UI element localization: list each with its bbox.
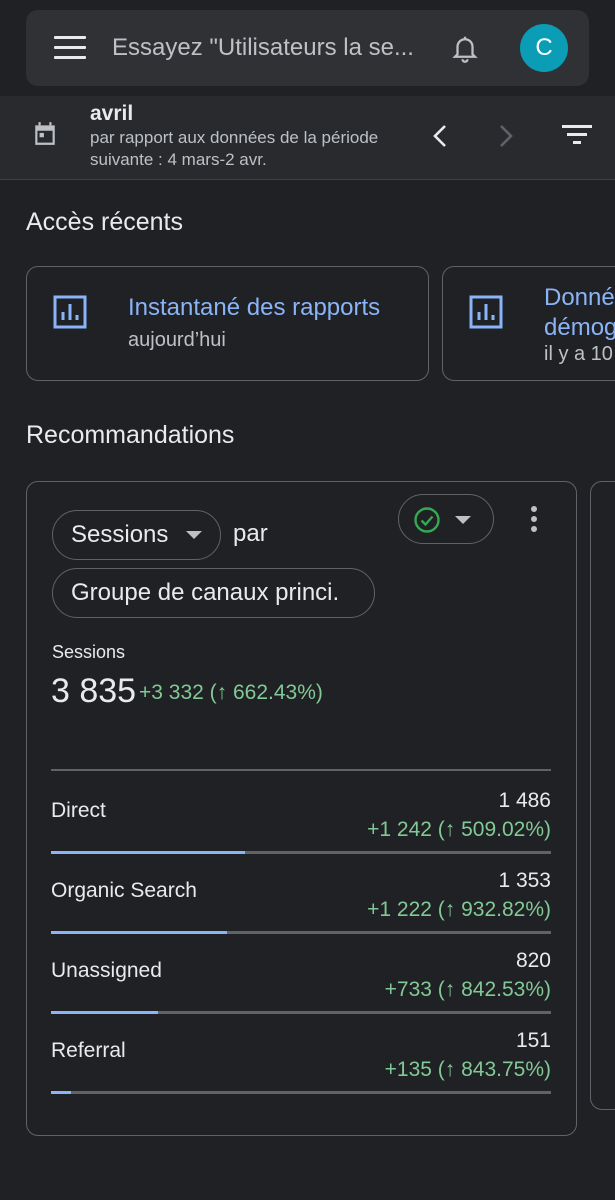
row-delta: +733 (↑ 842.53%) (384, 978, 551, 1001)
more-vert-icon[interactable] (531, 506, 539, 536)
report-icon (469, 295, 503, 329)
calendar-icon[interactable] (32, 120, 58, 148)
by-label: par (233, 520, 268, 547)
recent-section-title: Accès récents (26, 208, 184, 236)
row-value: 151 (515, 1029, 551, 1052)
date-range-month[interactable]: avril (90, 102, 133, 126)
metric-selector-label: Sessions (71, 521, 169, 548)
table-row[interactable]: Organic Search 1 353 +1 222 (↑ 932.82%) (51, 865, 551, 945)
row-bar-track (51, 851, 551, 854)
metric-total-value: 3 835 (51, 672, 137, 710)
recent-card-title: Instantané des rapports (128, 294, 381, 321)
row-bar-fill (51, 931, 228, 934)
row-label: Organic Search (51, 879, 197, 902)
recommendations-section-title: Recommandations (26, 421, 235, 449)
recent-card-demographics[interactable]: Donné démog il y a 10 (442, 266, 615, 381)
recent-card-snapshot[interactable]: Instantané des rapports aujourd’hui (26, 266, 429, 381)
metric-label: Sessions (52, 642, 126, 662)
row-label: Unassigned (51, 959, 162, 982)
status-chip[interactable] (398, 494, 494, 544)
dimension-selector-label: Groupe de canaux princi. (71, 579, 340, 606)
chevron-down-icon (186, 531, 203, 539)
dimension-selector-chip[interactable]: Groupe de canaux princi. (52, 568, 375, 618)
row-bar-track (51, 1091, 551, 1094)
row-delta: +1 242 (↑ 509.02%) (367, 818, 551, 841)
row-value: 820 (515, 949, 551, 972)
recommendation-card-next[interactable] (590, 481, 615, 1110)
bell-icon[interactable] (450, 32, 480, 64)
report-icon (53, 295, 87, 329)
row-value: 1 353 (498, 869, 551, 892)
avatar[interactable]: C (520, 24, 568, 72)
row-bar-track (51, 931, 551, 934)
recommendation-card: Sessions par Groupe de canaux princi. Se… (26, 481, 577, 1136)
search-bar[interactable]: Essayez "Utilisateurs la se... C (26, 10, 589, 86)
table-row[interactable]: Unassigned 820 +733 (↑ 842.53%) (51, 945, 551, 1025)
row-bar-fill (51, 1011, 158, 1014)
row-label: Referral (51, 1039, 126, 1062)
date-range-bar: avril par rapport aux données de la péri… (0, 96, 615, 180)
recent-card-title: Donné démog (544, 284, 615, 341)
row-bar-track (51, 1011, 551, 1014)
divider (51, 769, 551, 771)
table-row[interactable]: Direct 1 486 +1 242 (↑ 509.02%) (51, 785, 551, 865)
row-value: 1 486 (498, 789, 551, 812)
row-delta: +135 (↑ 843.75%) (384, 1058, 551, 1081)
top-app-bar: Essayez "Utilisateurs la se... C (0, 0, 615, 100)
filter-icon[interactable] (562, 124, 592, 146)
chevron-down-icon (455, 516, 471, 524)
table-row[interactable]: Referral 151 +135 (↑ 843.75%) (51, 1025, 551, 1105)
metric-selector-chip[interactable]: Sessions (52, 510, 222, 560)
check-circle-icon (414, 507, 440, 533)
row-bar-fill (51, 1091, 71, 1094)
menu-icon[interactable] (54, 36, 86, 60)
metric-total-delta: +3 332 (↑ 662.43%) (139, 681, 323, 704)
recent-card-subtitle: il y a 10 (544, 343, 613, 365)
date-range-comparison: par rapport aux données de la période su… (90, 128, 379, 169)
chevron-left-icon[interactable] (430, 122, 450, 150)
row-bar-fill (51, 851, 245, 854)
chevron-right-icon[interactable] (496, 122, 516, 150)
row-label: Direct (51, 799, 106, 822)
row-delta: +1 222 (↑ 932.82%) (367, 898, 551, 921)
search-input[interactable]: Essayez "Utilisateurs la se... (112, 34, 432, 62)
recent-card-subtitle: aujourd’hui (128, 329, 226, 351)
